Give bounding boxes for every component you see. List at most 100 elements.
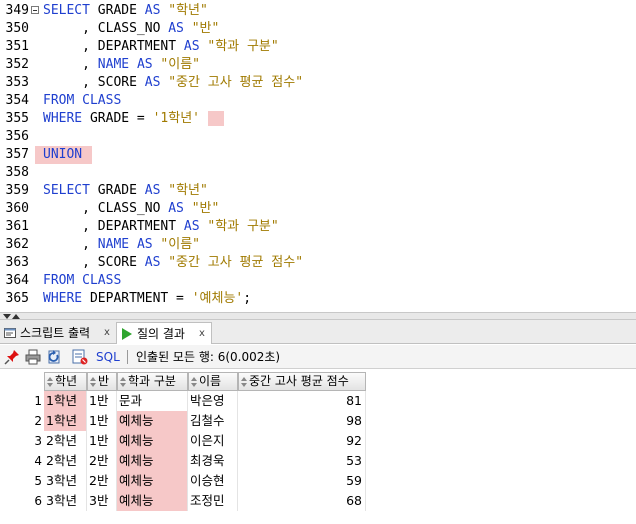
code-line[interactable]: 351 , DEPARTMENT AS "학과 구분" (0, 38, 636, 56)
cell-class[interactable]: 1반 (87, 411, 117, 431)
code-line[interactable]: 362 , NAME AS "이름" (0, 236, 636, 254)
code-line[interactable]: 364 FROM CLASS (0, 272, 636, 290)
cell-score[interactable]: 98 (238, 411, 366, 431)
cell-score[interactable]: 53 (238, 451, 366, 471)
result-grid[interactable]: 학년 반 학과 구분 이름 중간 고사 평균 점수 1 1학년 1반 문과 박은영 81 2… (0, 371, 636, 524)
sql-string: "반" (183, 201, 220, 216)
cell-name[interactable]: 김철수 (188, 411, 238, 431)
sort-icon[interactable] (90, 376, 96, 388)
code-line[interactable]: 361 , DEPARTMENT AS "학과 구분" (0, 218, 636, 236)
sql-keyword: FROM (43, 93, 75, 108)
close-icon[interactable]: x (199, 323, 205, 345)
code-line[interactable]: 350 , CLASS_NO AS "반" (0, 20, 636, 38)
code-line[interactable]: 357 UNION (0, 146, 636, 164)
cell-score[interactable]: 59 (238, 471, 366, 491)
table-row[interactable]: 4 2학년 2반 예체능 최경욱 53 (0, 451, 636, 471)
cell-grade[interactable]: 3학년 (44, 491, 87, 511)
line-number: 356 (5, 129, 29, 144)
sql-editor[interactable]: 349 SELECT GRADE AS "학년" 350 , CLASS_NO AS… (0, 0, 636, 312)
pin-icon[interactable] (4, 349, 20, 365)
sort-icon[interactable] (191, 376, 197, 388)
sort-icon[interactable] (47, 376, 53, 388)
sql-keyword: CLASS (74, 273, 122, 288)
close-icon[interactable]: x (104, 322, 110, 344)
cell-score[interactable]: 92 (238, 431, 366, 451)
sort-icon[interactable] (120, 376, 126, 388)
script-output-icon (4, 328, 16, 338)
table-row[interactable]: 5 3학년 2반 예체능 이승현 59 (0, 471, 636, 491)
cell-department[interactable]: 예체능 (117, 471, 188, 491)
cell-department[interactable]: 예체능 (117, 491, 188, 511)
sql-token: GRADE = (82, 111, 153, 126)
export-icon[interactable] (72, 349, 88, 365)
sql-keyword: UNION (43, 147, 83, 162)
code-text: SELECT GRADE AS "학년" (43, 182, 208, 200)
sql-keyword: WHERE (43, 291, 83, 306)
sql-button[interactable]: SQL (96, 349, 120, 365)
line-number: 363 (5, 255, 29, 270)
panel-splitter[interactable] (0, 312, 636, 320)
cell-grade[interactable]: 1학년 (44, 411, 87, 431)
code-text: WHERE DEPARTMENT = '예체능'; (43, 290, 251, 308)
code-line[interactable]: 349 SELECT GRADE AS "학년" (0, 2, 636, 20)
cell-department[interactable]: 예체능 (117, 411, 188, 431)
code-line[interactable]: 352 , NAME AS "이름" (0, 56, 636, 74)
code-text: , CLASS_NO AS "반" (43, 20, 219, 38)
cell-score[interactable]: 68 (238, 491, 366, 511)
code-text: , DEPARTMENT AS "학과 구분" (43, 38, 279, 56)
tab-script-output[interactable]: 스크립트 출력 x (0, 322, 116, 344)
cell-name[interactable]: 최경욱 (188, 451, 238, 471)
cell-class[interactable]: 1반 (87, 431, 117, 451)
code-text: , CLASS_NO AS "반" (43, 200, 219, 218)
cell-name[interactable]: 이승현 (188, 471, 238, 491)
cell-grade[interactable]: 3학년 (44, 471, 87, 491)
cell-name[interactable]: 박은영 (188, 391, 238, 411)
code-text: , SCORE AS "중간 고사 평균 점수" (43, 74, 303, 92)
line-number: 357 (5, 147, 29, 162)
row-number: 1 (34, 394, 42, 408)
table-row[interactable]: 1 1학년 1반 문과 박은영 81 (0, 391, 636, 411)
code-line[interactable]: 355 WHERE GRADE = '1학년' (0, 110, 636, 128)
cell-grade[interactable]: 1학년 (44, 391, 87, 411)
collapse-up-icon[interactable] (12, 314, 20, 319)
cell-class[interactable]: 3반 (87, 491, 117, 511)
cell-grade[interactable]: 2학년 (44, 431, 87, 451)
fold-toggle-icon[interactable] (31, 6, 39, 14)
cell-class[interactable]: 2반 (87, 471, 117, 491)
tab-query-result[interactable]: 질의 결과 x (116, 322, 212, 344)
column-header-name[interactable]: 이름 (188, 372, 238, 391)
column-header-class[interactable]: 반 (87, 372, 117, 391)
cell-class[interactable]: 1반 (87, 391, 117, 411)
sql-keyword: AS (183, 39, 200, 54)
cell-department[interactable]: 예체능 (117, 451, 188, 471)
table-row[interactable]: 6 3학년 3반 예체능 조정민 68 (0, 491, 636, 511)
cell-name[interactable]: 이은지 (188, 431, 238, 451)
column-header-grade[interactable]: 학년 (44, 372, 87, 391)
sql-token: , SCORE (43, 75, 145, 90)
cell-department[interactable]: 예체능 (117, 431, 188, 451)
code-line[interactable]: 353 , SCORE AS "중간 고사 평균 점수" (0, 74, 636, 92)
refresh-icon[interactable] (48, 349, 64, 365)
sql-string: "중간 고사 평균 점수" (160, 255, 304, 270)
cell-class[interactable]: 2반 (87, 451, 117, 471)
column-header-department[interactable]: 학과 구분 (117, 372, 188, 391)
cell-grade[interactable]: 2학년 (44, 451, 87, 471)
table-row[interactable]: 3 2학년 1반 예체능 이은지 92 (0, 431, 636, 451)
cell-score[interactable]: 81 (238, 391, 366, 411)
code-line[interactable]: 356 (0, 128, 636, 146)
code-line[interactable]: 360 , CLASS_NO AS "반" (0, 200, 636, 218)
code-line[interactable]: 365 WHERE DEPARTMENT = '예체능'; (0, 290, 636, 308)
code-line[interactable]: 358 (0, 164, 636, 182)
table-row[interactable]: 2 1학년 1반 예체능 김철수 98 (0, 411, 636, 431)
cell-name[interactable]: 조정민 (188, 491, 238, 511)
column-header-score[interactable]: 중간 고사 평균 점수 (238, 372, 366, 391)
sql-keyword: AS (136, 57, 153, 72)
code-line[interactable]: 354 FROM CLASS (0, 92, 636, 110)
print-icon[interactable] (25, 349, 41, 365)
sort-icon[interactable] (241, 376, 247, 388)
code-line[interactable]: 359 SELECT GRADE AS "학년" (0, 182, 636, 200)
code-line[interactable]: 363 , SCORE AS "중간 고사 평균 점수" (0, 254, 636, 272)
cell-department[interactable]: 문과 (117, 391, 188, 411)
tab-query-result-label: 질의 결과 (137, 327, 185, 341)
collapse-down-icon[interactable] (3, 314, 11, 319)
